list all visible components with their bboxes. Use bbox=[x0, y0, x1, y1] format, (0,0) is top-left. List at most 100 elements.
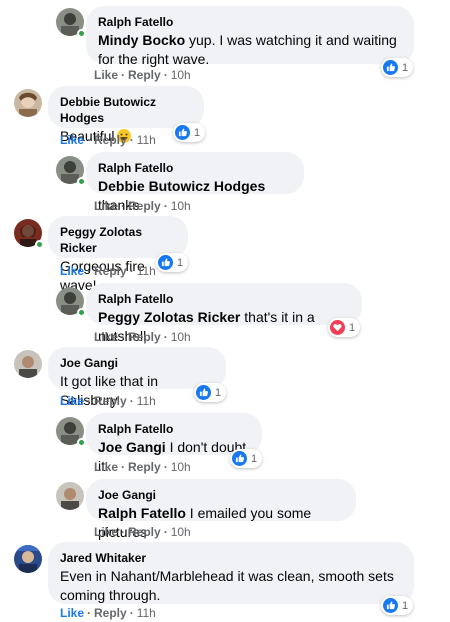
like-link[interactable]: Like bbox=[94, 525, 118, 539]
online-status-icon bbox=[77, 177, 86, 186]
reply-link[interactable]: Reply bbox=[128, 68, 161, 82]
comment-author[interactable]: Joe Gangi bbox=[98, 487, 344, 503]
reply-link[interactable]: Reply bbox=[94, 606, 127, 620]
like-link[interactable]: Like bbox=[94, 68, 118, 82]
comment-bubble: Peggy Zolotas Ricker Gorgeous fire wave! bbox=[48, 216, 188, 293]
comment-bubble: Jared Whitaker Even in Nahant/Marblehead… bbox=[48, 542, 414, 604]
reply-link[interactable]: Reply bbox=[94, 133, 127, 147]
comment-author[interactable]: Ralph Fatello bbox=[98, 291, 350, 307]
timestamp[interactable]: 10h bbox=[171, 199, 191, 213]
mention-link[interactable]: Peggy Zolotas Ricker bbox=[98, 309, 240, 325]
timestamp[interactable]: 10h bbox=[171, 68, 191, 82]
comment-text: Even in Nahant/Marblehead it was clean, … bbox=[60, 568, 394, 603]
reply-link[interactable]: Reply bbox=[128, 199, 161, 213]
online-status-icon bbox=[35, 240, 44, 249]
avatar[interactable] bbox=[56, 482, 84, 510]
comment-author[interactable]: Ralph Fatello bbox=[98, 14, 402, 30]
separator: · bbox=[87, 394, 92, 408]
mention-link[interactable]: Debbie Butowicz Hodges bbox=[98, 178, 265, 194]
comment-text: Mindy Bocko yup. I was watching it and w… bbox=[98, 31, 402, 69]
comment-actions: Like · Reply · 11h bbox=[60, 394, 156, 408]
separator: · bbox=[129, 394, 134, 408]
reaction-count: 1 bbox=[402, 599, 409, 612]
comment-bubble: Joe Gangi Ralph Fatello I emailed you so… bbox=[86, 479, 356, 540]
reaction-badge[interactable]: 1 bbox=[156, 253, 189, 272]
avatar[interactable] bbox=[56, 287, 86, 317]
comment-bubble: Debbie Butowicz Hodges Beautiful bbox=[48, 86, 204, 144]
comment-actions: Like · Reply · 11h bbox=[60, 606, 156, 620]
thumbs-up-icon bbox=[196, 385, 211, 400]
like-link[interactable]: Like bbox=[60, 394, 84, 408]
reply-link[interactable]: Reply bbox=[128, 525, 161, 539]
separator: · bbox=[163, 460, 168, 474]
comment-actions: Like · Reply · 10h bbox=[94, 460, 191, 474]
reply-link[interactable]: Reply bbox=[128, 460, 161, 474]
reaction-badge[interactable]: 1 bbox=[328, 318, 361, 337]
avatar[interactable] bbox=[14, 219, 44, 249]
online-status-icon bbox=[77, 438, 86, 447]
timestamp[interactable]: 10h bbox=[171, 460, 191, 474]
reply-link[interactable]: Reply bbox=[128, 330, 161, 344]
comment-author[interactable]: Ralph Fatello bbox=[98, 421, 250, 437]
avatar[interactable] bbox=[14, 89, 42, 117]
comment-author[interactable]: Ralph Fatello bbox=[98, 160, 292, 176]
reaction-count: 1 bbox=[177, 256, 184, 269]
timestamp[interactable]: 11h bbox=[137, 606, 156, 620]
thumbs-up-icon bbox=[383, 598, 398, 613]
separator: · bbox=[121, 330, 126, 344]
comment-actions: Like · Reply · 10h bbox=[94, 330, 191, 344]
comment-author[interactable]: Joe Gangi bbox=[60, 355, 214, 371]
avatar[interactable] bbox=[14, 545, 42, 573]
online-status-icon bbox=[77, 308, 86, 317]
separator: · bbox=[163, 330, 168, 344]
reaction-badge[interactable]: 1 bbox=[230, 449, 263, 468]
separator: · bbox=[87, 606, 92, 620]
timestamp[interactable]: 11h bbox=[137, 264, 156, 278]
thumbs-up-icon bbox=[175, 125, 190, 140]
separator: · bbox=[121, 199, 126, 213]
like-link[interactable]: Like bbox=[94, 199, 118, 213]
comment-author[interactable]: Debbie Butowicz Hodges bbox=[60, 94, 192, 126]
reaction-badge[interactable]: 1 bbox=[381, 58, 414, 77]
avatar[interactable] bbox=[56, 8, 86, 38]
reaction-badge[interactable]: 1 bbox=[194, 383, 227, 402]
separator: · bbox=[87, 264, 92, 278]
like-link[interactable]: Like bbox=[94, 460, 118, 474]
reply-link[interactable]: Reply bbox=[94, 264, 127, 278]
timestamp[interactable]: 11h bbox=[137, 394, 156, 408]
avatar[interactable] bbox=[14, 350, 42, 378]
reaction-count: 1 bbox=[194, 126, 201, 139]
timestamp[interactable]: 11h bbox=[137, 133, 156, 147]
thumbs-up-icon bbox=[383, 60, 398, 75]
separator: · bbox=[121, 525, 126, 539]
like-link[interactable]: Like bbox=[94, 330, 118, 344]
like-link[interactable]: Like bbox=[60, 133, 84, 147]
reaction-badge[interactable]: 1 bbox=[381, 596, 414, 615]
separator: · bbox=[163, 68, 168, 82]
reaction-count: 1 bbox=[402, 61, 409, 74]
separator: · bbox=[163, 199, 168, 213]
timestamp[interactable]: 10h bbox=[171, 330, 191, 344]
reaction-count: 1 bbox=[349, 321, 356, 334]
comment-bubble: Ralph Fatello Debbie Butowicz Hodges tha… bbox=[86, 152, 304, 213]
thumbs-up-icon bbox=[232, 451, 247, 466]
comment-actions: Like · Reply · 11h bbox=[60, 264, 156, 278]
separator: · bbox=[163, 525, 168, 539]
comment-bubble: Ralph Fatello Peggy Zolotas Ricker that'… bbox=[86, 283, 362, 344]
like-link[interactable]: Like bbox=[60, 606, 84, 620]
mention-link[interactable]: Ralph Fatello bbox=[98, 505, 186, 521]
reaction-badge[interactable]: 1 bbox=[173, 123, 206, 142]
separator: · bbox=[87, 133, 92, 147]
avatar[interactable] bbox=[56, 156, 86, 186]
comment-author[interactable]: Peggy Zolotas Ricker bbox=[60, 224, 176, 256]
comment-author[interactable]: Jared Whitaker bbox=[60, 550, 402, 566]
separator: · bbox=[129, 606, 134, 620]
avatar[interactable] bbox=[56, 417, 86, 447]
reply-link[interactable]: Reply bbox=[94, 394, 127, 408]
timestamp[interactable]: 10h bbox=[171, 525, 191, 539]
mention-link[interactable]: Mindy Bocko bbox=[98, 32, 185, 48]
separator: · bbox=[129, 133, 134, 147]
heart-icon bbox=[330, 320, 345, 335]
like-link[interactable]: Like bbox=[60, 264, 84, 278]
mention-link[interactable]: Joe Gangi bbox=[98, 439, 166, 455]
